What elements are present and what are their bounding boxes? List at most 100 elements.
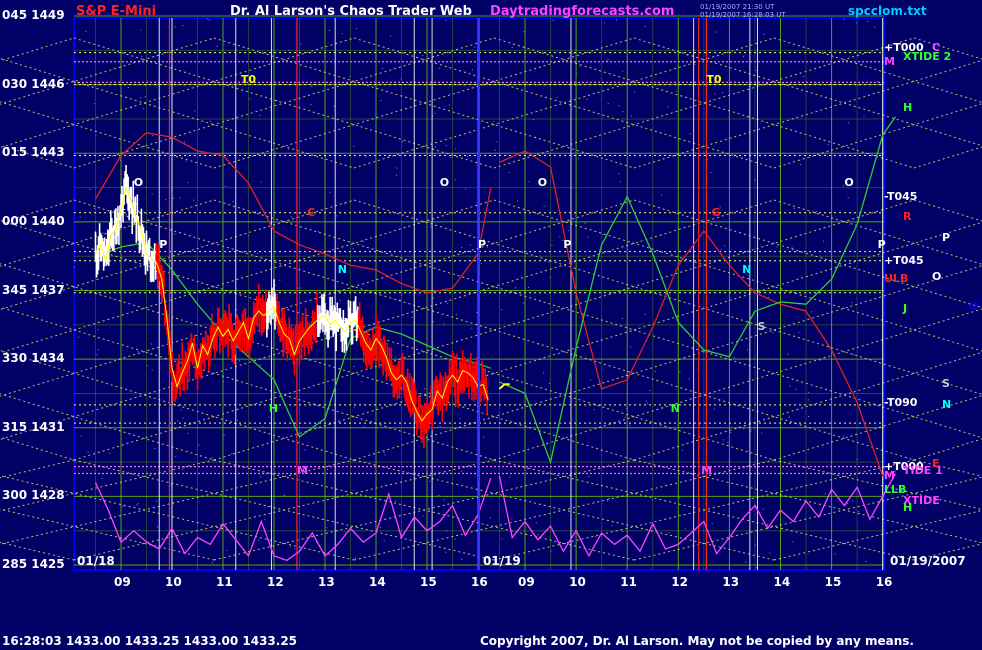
background-speck xyxy=(223,434,225,436)
background-speck xyxy=(843,435,845,437)
background-speck xyxy=(728,460,730,462)
right-side-label: M xyxy=(884,468,895,482)
background-speck xyxy=(446,530,448,532)
background-speck xyxy=(568,230,570,232)
background-speck xyxy=(375,159,377,161)
background-speck xyxy=(624,416,626,418)
background-speck xyxy=(249,98,251,100)
background-speck xyxy=(480,263,482,265)
background-speck xyxy=(329,191,331,193)
plot-annotation: P xyxy=(877,237,886,251)
background-speck xyxy=(180,409,182,411)
background-speck xyxy=(355,28,357,30)
background-speck xyxy=(430,226,432,228)
y-axis-label: 345 1437 xyxy=(2,282,65,297)
x-axis-tick: 12 xyxy=(671,575,688,589)
background-speck xyxy=(365,156,367,158)
background-speck xyxy=(682,449,684,451)
background-speck xyxy=(264,519,266,521)
x-axis-tick: 10 xyxy=(569,575,586,589)
background-speck xyxy=(150,343,152,345)
background-speck xyxy=(434,113,436,115)
background-speck xyxy=(606,500,608,502)
background-speck xyxy=(294,548,296,550)
plot-annotation: P xyxy=(563,237,572,251)
background-speck xyxy=(767,296,769,298)
background-speck xyxy=(733,357,735,359)
background-speck xyxy=(454,538,456,540)
background-speck xyxy=(358,211,360,213)
background-speck xyxy=(424,388,426,390)
background-speck xyxy=(97,292,99,294)
background-speck xyxy=(262,426,264,428)
background-speck xyxy=(450,156,452,158)
right-side-label: U xyxy=(969,299,978,313)
background-speck xyxy=(336,215,338,217)
background-speck xyxy=(714,93,716,95)
background-speck xyxy=(508,172,510,174)
background-speck xyxy=(689,133,691,135)
background-speck xyxy=(84,153,86,155)
background-speck xyxy=(327,468,329,470)
background-speck xyxy=(174,233,176,235)
right-side-label: S xyxy=(942,377,950,391)
background-speck xyxy=(363,426,365,428)
background-speck xyxy=(678,497,680,499)
background-speck xyxy=(861,324,863,326)
background-speck xyxy=(122,505,124,507)
background-speck xyxy=(459,418,461,420)
background-speck xyxy=(445,144,447,146)
x-axis-tick: 15 xyxy=(824,575,842,589)
background-speck xyxy=(194,110,196,112)
timestamp-line-1: 01/19/2007 21:30 UT xyxy=(700,3,775,11)
background-speck xyxy=(87,451,89,453)
background-speck xyxy=(454,179,456,181)
background-speck xyxy=(646,403,648,405)
background-speck xyxy=(318,231,320,233)
background-speck xyxy=(469,244,471,246)
background-speck xyxy=(589,379,591,381)
background-speck xyxy=(851,301,853,303)
background-speck xyxy=(174,26,176,28)
plot-annotation: O xyxy=(439,175,450,189)
background-speck xyxy=(537,534,539,536)
background-speck xyxy=(622,111,624,113)
background-speck xyxy=(606,60,608,62)
background-speck xyxy=(876,81,878,83)
background-speck xyxy=(445,551,447,553)
background-speck xyxy=(260,181,262,183)
background-speck xyxy=(863,116,865,118)
x-axis-tick: 14 xyxy=(773,575,791,589)
background-speck xyxy=(721,92,723,94)
background-speck xyxy=(260,364,262,366)
background-speck xyxy=(97,329,99,331)
background-speck xyxy=(182,25,184,27)
background-speck xyxy=(79,216,81,218)
background-speck xyxy=(649,389,651,391)
background-speck xyxy=(746,349,748,351)
background-speck xyxy=(422,515,424,517)
y-axis-label: 315 1431 xyxy=(2,419,65,434)
background-speck xyxy=(486,246,488,248)
background-speck xyxy=(207,18,209,20)
background-speck xyxy=(123,427,125,429)
background-speck xyxy=(291,216,293,218)
background-speck xyxy=(718,400,720,402)
background-speck xyxy=(446,495,448,497)
background-speck xyxy=(501,538,503,540)
background-speck xyxy=(88,118,90,120)
background-speck xyxy=(670,289,672,291)
background-speck xyxy=(80,435,82,437)
background-speck xyxy=(231,453,233,455)
background-speck xyxy=(730,432,732,434)
background-speck xyxy=(667,106,669,108)
right-side-label: -T045 xyxy=(884,189,918,203)
x-axis-tick: 13 xyxy=(318,575,335,589)
background-speck xyxy=(595,536,597,538)
background-speck xyxy=(668,532,670,534)
background-speck xyxy=(688,378,690,380)
background-speck xyxy=(326,527,328,529)
site-link[interactable]: Daytradingforecasts.com xyxy=(490,4,674,19)
plot-annotation: T0 xyxy=(706,73,722,87)
background-speck xyxy=(125,214,127,216)
